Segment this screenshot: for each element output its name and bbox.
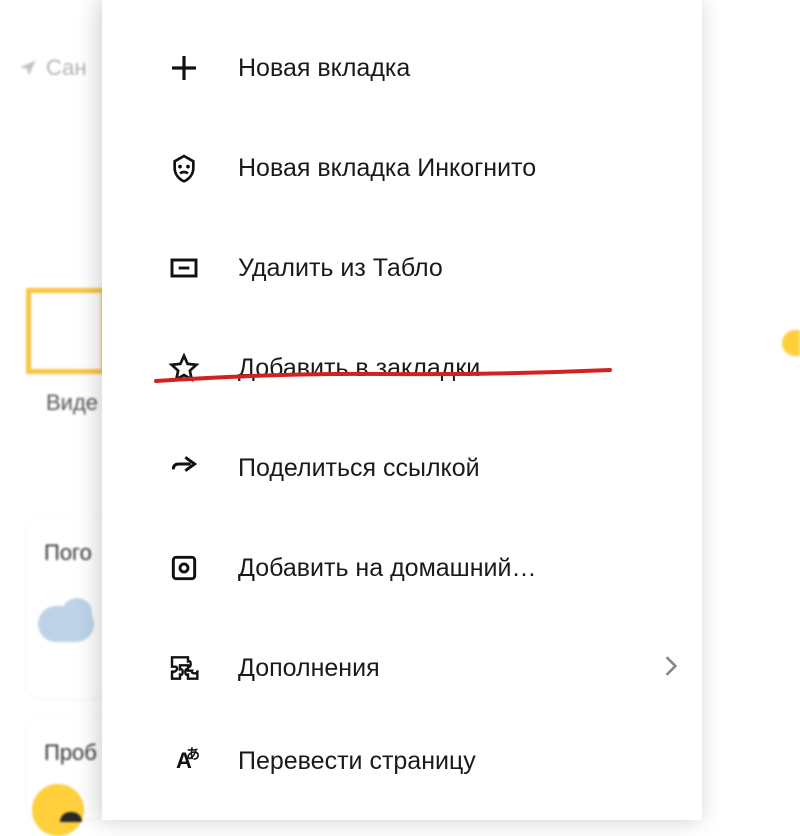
traffic-card: Проб <box>26 718 106 818</box>
search-box-partial <box>26 288 106 374</box>
menu-label: Дополнения <box>238 654 656 683</box>
star-icon <box>166 350 202 386</box>
plus-icon <box>166 50 202 86</box>
menu-label: Удалить из Табло <box>238 254 678 283</box>
menu-label: Перевести страницу <box>238 747 678 776</box>
location-widget: Сан <box>18 55 87 81</box>
menu-item-share-link[interactable]: Поделиться ссылкой <box>102 418 702 518</box>
menu-item-new-tab[interactable]: Новая вкладка <box>102 18 702 118</box>
traffic-title: Проб <box>44 740 88 766</box>
menu-item-remove-from-tableau[interactable]: Удалить из Табло <box>102 218 702 318</box>
yellow-accent <box>782 330 800 356</box>
menu-label: Добавить в закладки <box>238 354 678 383</box>
browser-context-menu: Новая вкладка Новая вкладка Инкогнито Уд… <box>102 0 702 820</box>
video-label: Виде <box>46 390 98 416</box>
translate-icon: Aあ <box>166 743 202 779</box>
location-icon <box>18 58 38 78</box>
share-icon <box>166 450 202 486</box>
traffic-icon <box>32 784 84 836</box>
menu-item-translate[interactable]: Aあ Перевести страницу <box>102 718 702 804</box>
remove-tile-icon <box>166 250 202 286</box>
home-screen-icon <box>166 550 202 586</box>
weather-card: Пого <box>26 518 106 698</box>
menu-item-add-to-home[interactable]: Добавить на домашний… <box>102 518 702 618</box>
menu-item-incognito[interactable]: Новая вкладка Инкогнито <box>102 118 702 218</box>
extensions-icon <box>166 650 202 686</box>
menu-label: Поделиться ссылкой <box>238 454 678 483</box>
menu-item-add-bookmark[interactable]: Добавить в закладки <box>102 318 702 418</box>
menu-item-extensions[interactable]: Дополнения <box>102 618 702 718</box>
menu-label: Добавить на домашний… <box>238 554 678 583</box>
chevron-right-icon <box>664 653 678 684</box>
cloud-icon <box>34 596 102 642</box>
incognito-icon <box>166 150 202 186</box>
weather-title: Пого <box>44 540 88 566</box>
menu-label: Новая вкладка <box>238 54 678 83</box>
menu-label: Новая вкладка Инкогнито <box>238 154 678 183</box>
location-text: Сан <box>46 55 87 81</box>
